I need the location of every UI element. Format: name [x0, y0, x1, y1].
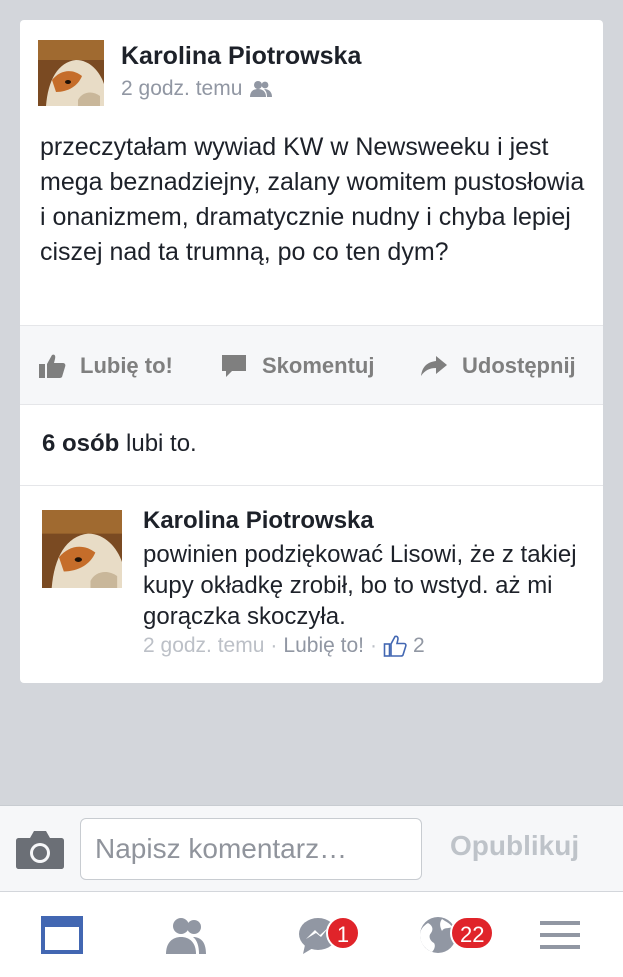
comment-input[interactable]	[80, 818, 422, 880]
avatar-image	[42, 510, 122, 588]
share-arrow-icon	[421, 356, 447, 376]
comment-label: Skomentuj	[262, 353, 375, 378]
likes-count: 6 osób	[42, 430, 120, 457]
notifications-badge: 22	[450, 916, 495, 950]
thumbs-up-icon	[39, 354, 66, 378]
comment-like-count[interactable]: 2	[413, 634, 425, 658]
meta-separator: ·	[270, 634, 278, 657]
share-button[interactable]: Udostępnij	[420, 326, 576, 406]
publish-button[interactable]: Opublikuj	[450, 830, 579, 862]
thumbs-up-outline-icon	[383, 635, 407, 657]
friends-audience-icon	[250, 81, 273, 97]
tab-news-feed[interactable]	[22, 892, 102, 977]
tab-friend-requests[interactable]	[146, 892, 226, 977]
friends-icon	[166, 918, 206, 954]
comment-time: 2 godz. temu	[143, 634, 265, 657]
post-author[interactable]: Karolina Piotrowska	[121, 42, 361, 71]
likes-summary[interactable]: 6 osób lubi to.	[42, 430, 197, 458]
like-label: Lubię to!	[80, 353, 173, 378]
comment-button[interactable]: Skomentuj	[220, 326, 374, 406]
post-meta: 2 godz. temu	[121, 77, 273, 101]
share-label: Udostępnij	[462, 353, 576, 378]
post-text: przeczytałam wywiad KW w Newsweeku i jes…	[40, 133, 585, 266]
post-time[interactable]: 2 godz. temu	[121, 77, 242, 101]
speech-bubble-icon	[222, 355, 246, 377]
tab-notifications[interactable]: 22	[400, 892, 495, 977]
tab-more[interactable]	[520, 892, 600, 977]
comment-text: powinien podziękować Lisowi, że z takiej…	[143, 541, 577, 630]
likes-suffix: lubi to.	[119, 430, 197, 457]
action-bar: Lubię to! Skomentuj Udostępnij	[20, 325, 603, 405]
tab-messages[interactable]: 1	[278, 892, 360, 977]
post-header: Karolina Piotrowska 2 godz. temu	[20, 20, 603, 130]
comment-meta: 2 godz. temu · Lubię to! · 2	[143, 634, 425, 658]
comment-avatar[interactable]	[42, 510, 122, 588]
avatar[interactable]	[38, 40, 104, 106]
bottom-tab-bar: 1 22	[0, 891, 623, 977]
like-button[interactable]: Lubię to!	[38, 326, 173, 406]
comment-author[interactable]: Karolina Piotrowska	[143, 507, 374, 535]
messages-badge: 1	[326, 916, 360, 950]
camera-icon[interactable]	[15, 828, 65, 870]
comment-composer: Opublikuj	[0, 805, 623, 891]
news-feed-icon	[41, 916, 83, 954]
hamburger-menu-icon	[540, 921, 580, 949]
post-card: Karolina Piotrowska 2 godz. temu przeczy…	[20, 20, 603, 683]
divider	[20, 485, 603, 486]
avatar-image	[38, 40, 104, 106]
meta-separator: ·	[369, 634, 377, 657]
comment-like-link[interactable]: Lubię to!	[283, 634, 364, 658]
